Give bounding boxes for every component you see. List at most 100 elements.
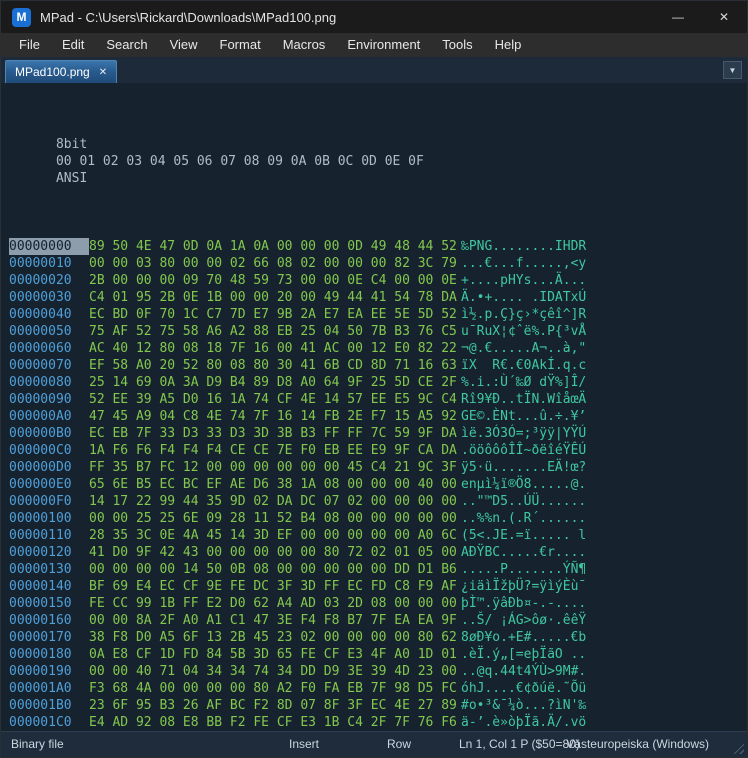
- row-ansi-text[interactable]: u¯RuX¦¢ˆë%.P{³vÅ: [461, 324, 586, 339]
- row-ansi-text[interactable]: ‰PNG........IHDR: [461, 239, 586, 254]
- row-address[interactable]: 00000050: [9, 323, 89, 340]
- row-address[interactable]: 000000B0: [9, 425, 89, 442]
- row-hex-bytes[interactable]: 41 D0 9F 42 43 00 00 00 00 00 80 72 02 0…: [89, 544, 461, 561]
- row-hex-bytes[interactable]: 89 50 4E 47 0D 0A 1A 0A 00 00 00 0D 49 4…: [89, 238, 461, 255]
- hex-row[interactable]: 00000040EC BD 0F 70 1C C7 7D E7 9B 2A E7…: [9, 306, 747, 323]
- menu-item-format[interactable]: Format: [209, 33, 272, 57]
- close-button[interactable]: ✕: [701, 1, 747, 33]
- hex-row[interactable]: 0000017038 F8 D0 A5 6F 13 2B 45 23 02 00…: [9, 629, 747, 646]
- hex-row[interactable]: 000000D0FF 35 B7 FC 12 00 00 00 00 00 00…: [9, 459, 747, 476]
- row-hex-bytes[interactable]: EF 58 A0 20 52 80 08 80 30 41 6B CD 8D 7…: [89, 357, 461, 374]
- row-hex-bytes[interactable]: FE CC 99 1B FF E2 D0 62 A4 AD 03 2D 08 0…: [89, 595, 461, 612]
- row-address[interactable]: 000000F0: [9, 493, 89, 510]
- row-hex-bytes[interactable]: 23 6F 95 B3 26 AF BC F2 8D 07 8F 3F EC 4…: [89, 697, 461, 714]
- row-ansi-text[interactable]: .....P.......ÝÑ¶: [461, 562, 586, 577]
- row-ansi-text[interactable]: ä-’.è»òþÏã.Ä/.vö: [461, 715, 586, 730]
- row-ansi-text[interactable]: #o•³&¯¼ò...?ìN'‰: [461, 698, 586, 713]
- status-row-mode[interactable]: Row: [387, 737, 411, 751]
- row-hex-bytes[interactable]: 00 00 00 00 14 50 0B 08 00 00 00 00 00 D…: [89, 561, 461, 578]
- row-ansi-text[interactable]: AÐŸBC.....€r....: [461, 545, 586, 560]
- hex-row[interactable]: 0000011028 35 3C 0E 4A 45 14 3D EF 00 00…: [9, 527, 747, 544]
- resize-grip[interactable]: [731, 741, 744, 754]
- menu-item-file[interactable]: File: [8, 33, 51, 57]
- row-address[interactable]: 00000180: [9, 646, 89, 663]
- menu-item-macros[interactable]: Macros: [272, 33, 337, 57]
- status-encoding[interactable]: Västeuropeiska (Windows): [566, 737, 709, 751]
- row-hex-bytes[interactable]: 52 EE 39 A5 D0 16 1A 74 CF 4E 14 57 EE E…: [89, 391, 461, 408]
- row-ansi-text[interactable]: ...€...f.....‚<y: [461, 256, 586, 271]
- row-address[interactable]: 000000A0: [9, 408, 89, 425]
- row-ansi-text[interactable]: ìë.3Ó3Ó=;³ÿÿ|YŸÚ: [461, 426, 586, 441]
- row-address[interactable]: 00000100: [9, 510, 89, 527]
- row-address[interactable]: 00000060: [9, 340, 89, 357]
- hex-row[interactable]: 0000005075 AF 52 75 58 A6 A2 88 EB 25 04…: [9, 323, 747, 340]
- row-ansi-text[interactable]: þÌ™.ÿâÐb¤-.-....: [461, 596, 586, 611]
- hex-row[interactable]: 000001A0F3 68 4A 00 00 00 00 80 A2 F0 FA…: [9, 680, 747, 697]
- row-ansi-text[interactable]: Ä.•+.... .IDATxÚ: [461, 290, 586, 305]
- row-address[interactable]: 00000150: [9, 595, 89, 612]
- row-ansi-text[interactable]: +....pHYs...Ä...: [461, 273, 586, 288]
- row-hex-bytes[interactable]: EC BD 0F 70 1C C7 7D E7 9B 2A E7 EA EE 5…: [89, 306, 461, 323]
- row-ansi-text[interactable]: Rî9¥Ð..tÏN.WîåœÄ: [461, 392, 586, 407]
- row-hex-bytes[interactable]: EC EB 7F 33 D3 33 D3 3D 3B B3 FF FF 7C 5…: [89, 425, 461, 442]
- row-hex-bytes[interactable]: 2B 00 00 00 09 70 48 59 73 00 00 0E C4 0…: [89, 272, 461, 289]
- hex-row[interactable]: 00000140BF 69 E4 EC CF 9E FE DC 3F 3D FF…: [9, 578, 747, 595]
- row-ansi-text[interactable]: enµì¼ï®Ö8.....@.: [461, 477, 586, 492]
- row-address[interactable]: 00000170: [9, 629, 89, 646]
- row-ansi-text[interactable]: .èÏ.ý„[=eþÏãO ..: [461, 647, 586, 662]
- hex-row[interactable]: 0000012041 D0 9F 42 43 00 00 00 00 00 80…: [9, 544, 747, 561]
- hex-row[interactable]: 000001C0E4 AD 92 08 E8 BB F2 FE CF E3 1B…: [9, 714, 747, 731]
- hex-row[interactable]: 0000016000 00 8A 2F A0 A1 C1 47 3E F4 F8…: [9, 612, 747, 629]
- hex-row[interactable]: 0000013000 00 00 00 14 50 0B 08 00 00 00…: [9, 561, 747, 578]
- row-ansi-text[interactable]: ÿ5·ü.......EÄ!œ?: [461, 460, 586, 475]
- row-ansi-text[interactable]: %.i.:Ù´‰Ø dŸ%]Î/: [461, 375, 586, 390]
- row-hex-bytes[interactable]: 14 17 22 99 44 35 9D 02 DA DC 07 02 00 0…: [89, 493, 461, 510]
- hex-row[interactable]: 00000150FE CC 99 1B FF E2 D0 62 A4 AD 03…: [9, 595, 747, 612]
- row-hex-bytes[interactable]: 1A F6 F6 F4 F4 F4 CE CE 7E F0 EB EE E9 9…: [89, 442, 461, 459]
- row-address[interactable]: 000000D0: [9, 459, 89, 476]
- hex-row[interactable]: 0000001000 00 03 80 00 00 02 66 08 02 00…: [9, 255, 747, 272]
- hex-row[interactable]: 000001B023 6F 95 B3 26 AF BC F2 8D 07 8F…: [9, 697, 747, 714]
- hex-row[interactable]: 0000010000 00 25 25 6E 09 28 11 52 B4 08…: [9, 510, 747, 527]
- row-hex-bytes[interactable]: E4 AD 92 08 E8 BB F2 FE CF E3 1B C4 2F 7…: [89, 714, 461, 731]
- hex-row[interactable]: 00000030C4 01 95 2B 0E 1B 00 00 20 00 49…: [9, 289, 747, 306]
- row-hex-bytes[interactable]: 0A E8 CF 1D FD 84 5B 3D 65 FE CF E3 4F A…: [89, 646, 461, 663]
- hex-row[interactable]: 0000000089 50 4E 47 0D 0A 1A 0A 00 00 00…: [9, 238, 747, 255]
- row-ansi-text[interactable]: ïX R€.€0AkÍ.q.c: [461, 358, 586, 373]
- row-address[interactable]: 000001B0: [9, 697, 89, 714]
- menu-item-search[interactable]: Search: [95, 33, 158, 57]
- menu-item-environment[interactable]: Environment: [336, 33, 431, 57]
- row-ansi-text[interactable]: ¬@.€.....A¬..à‚": [461, 341, 586, 356]
- hex-row[interactable]: 000000B0EC EB 7F 33 D3 33 D3 3D 3B B3 FF…: [9, 425, 747, 442]
- row-ansi-text[interactable]: óhJ....€¢ðúë.˜Õü: [461, 681, 586, 696]
- row-hex-bytes[interactable]: 00 00 8A 2F A0 A1 C1 47 3E F4 F8 B7 7F E…: [89, 612, 461, 629]
- row-address[interactable]: 00000130: [9, 561, 89, 578]
- row-hex-bytes[interactable]: AC 40 12 80 08 18 7F 16 00 41 AC 00 12 E…: [89, 340, 461, 357]
- row-address[interactable]: 00000190: [9, 663, 89, 680]
- row-hex-bytes[interactable]: 00 00 03 80 00 00 02 66 08 02 00 00 00 8…: [89, 255, 461, 272]
- row-address[interactable]: 00000090: [9, 391, 89, 408]
- row-ansi-text[interactable]: (5<.JE.=ï..... l: [461, 528, 586, 543]
- row-address[interactable]: 00000040: [9, 306, 89, 323]
- row-ansi-text[interactable]: ì½.p.Ç}ç›*çêî^]R: [461, 307, 586, 322]
- row-ansi-text[interactable]: GE©.ÈNt...û.÷.¥’: [461, 409, 586, 424]
- row-hex-bytes[interactable]: 28 35 3C 0E 4A 45 14 3D EF 00 00 00 00 0…: [89, 527, 461, 544]
- row-ansi-text[interactable]: .ööôôôÎÎ~ðëîéŸÊÚ: [461, 443, 586, 458]
- menu-item-help[interactable]: Help: [484, 33, 533, 57]
- row-hex-bytes[interactable]: 00 00 25 25 6E 09 28 11 52 B4 08 00 00 0…: [89, 510, 461, 527]
- menu-item-tools[interactable]: Tools: [431, 33, 483, 57]
- row-ansi-text[interactable]: ..@q.44t4ÝÙ>9M#.: [461, 664, 586, 679]
- hex-editor-view[interactable]: 8bit 00 01 02 03 04 05 06 07 08 09 0A 0B…: [1, 83, 747, 731]
- row-address[interactable]: 00000030: [9, 289, 89, 306]
- row-address[interactable]: 00000070: [9, 357, 89, 374]
- hex-row[interactable]: 000000E065 6E B5 EC BC EF AE D6 38 1A 08…: [9, 476, 747, 493]
- row-address[interactable]: 000001A0: [9, 680, 89, 697]
- row-ansi-text[interactable]: 8øÐ¥o.+E#.....€b: [461, 630, 586, 645]
- hex-row[interactable]: 000001800A E8 CF 1D FD 84 5B 3D 65 FE CF…: [9, 646, 747, 663]
- hex-row[interactable]: 000000C01A F6 F6 F4 F4 F4 CE CE 7E F0 EB…: [9, 442, 747, 459]
- hex-row[interactable]: 0000008025 14 69 0A 3A D9 B4 89 D8 A0 64…: [9, 374, 747, 391]
- row-hex-bytes[interactable]: 47 45 A9 04 C8 4E 74 7F 16 14 FB 2E F7 1…: [89, 408, 461, 425]
- row-address[interactable]: 000001C0: [9, 714, 89, 731]
- row-address[interactable]: 00000080: [9, 374, 89, 391]
- row-address-selected[interactable]: 00000000: [9, 238, 89, 255]
